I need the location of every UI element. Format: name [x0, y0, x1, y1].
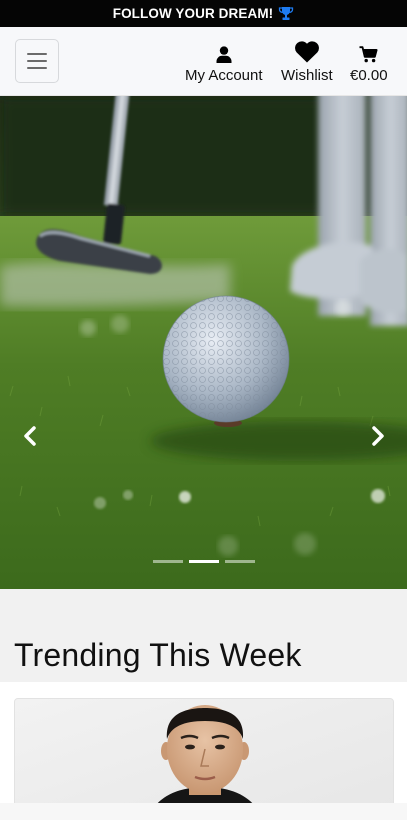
carousel-indicators — [0, 560, 407, 563]
carousel-indicator-1[interactable] — [152, 560, 183, 563]
bottom-edge — [0, 803, 407, 820]
user-icon — [216, 39, 232, 63]
hero-carousel[interactable] — [0, 96, 407, 589]
carousel-prev-button[interactable] — [18, 425, 42, 451]
promo-text: FOLLOW YOUR DREAM! — [112, 6, 274, 21]
golf-ball-photo — [0, 96, 407, 589]
heart-icon — [294, 39, 320, 63]
my-account-link[interactable]: My Account — [185, 39, 263, 84]
cart-icon — [359, 39, 378, 63]
wishlist-link[interactable]: Wishlist — [281, 39, 333, 84]
hamburger-icon — [27, 53, 47, 55]
product-card[interactable] — [14, 698, 394, 820]
trophy-icon — [278, 6, 294, 21]
carousel-indicator-2[interactable] — [188, 560, 219, 563]
chevron-right-icon — [371, 425, 385, 451]
trending-section: Trending This Week — [0, 589, 407, 682]
menu-toggle-button[interactable] — [15, 39, 59, 83]
promo-bar: FOLLOW YOUR DREAM! — [0, 0, 407, 27]
carousel-indicator-3[interactable] — [224, 560, 255, 563]
section-title: Trending This Week — [14, 637, 302, 673]
carousel-next-button[interactable] — [366, 425, 390, 451]
product-image — [15, 699, 393, 820]
navbar: My Account Wishlist €0.00 — [0, 27, 407, 96]
chevron-left-icon — [23, 425, 37, 451]
cart-total: €0.00 — [350, 67, 388, 84]
cart-link[interactable]: €0.00 — [350, 39, 388, 84]
my-account-label: My Account — [185, 67, 263, 84]
wishlist-label: Wishlist — [281, 67, 333, 84]
